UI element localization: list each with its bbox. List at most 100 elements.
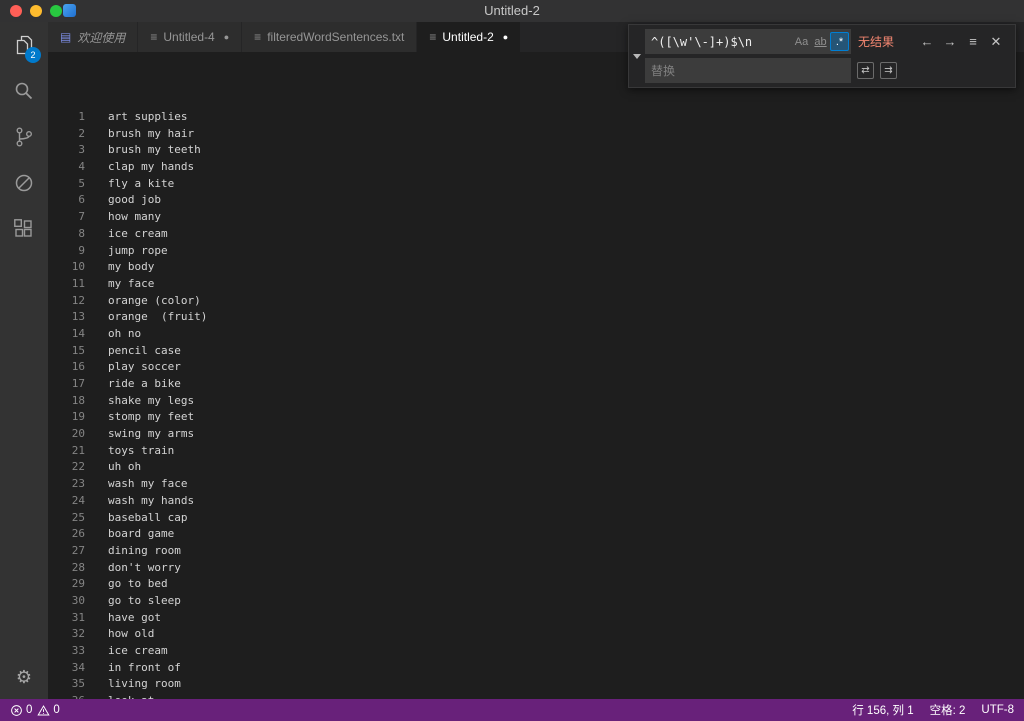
settings-gear-icon[interactable]: ⚙	[0, 667, 48, 688]
tab-filteredwordsentences-txt[interactable]: ≡ filteredWordSentences.txt	[242, 22, 418, 52]
editor[interactable]: 1 art supplies 2 brush my hair 3 brush my tee…	[48, 52, 1024, 699]
editor-line[interactable]: 5 fly a kite	[48, 176, 1024, 193]
activity-extensions[interactable]	[0, 206, 48, 252]
line-text: orange (color)	[108, 293, 201, 307]
line-number: 34	[71, 660, 85, 674]
line-text: go to sleep	[108, 593, 181, 607]
replace-button[interactable]: ⇄	[857, 62, 874, 79]
replace-input[interactable]: 替换	[645, 58, 851, 83]
modified-dot[interactable]: ●	[503, 32, 508, 42]
search-icon	[15, 82, 33, 100]
editor-line[interactable]: 23 wash my face	[48, 476, 1024, 493]
replace-row: 替换 ⇄ ⇉	[645, 58, 1011, 83]
line-number: 26	[71, 527, 85, 541]
line-number: 30	[71, 593, 85, 607]
line-number: 35	[71, 677, 85, 691]
close-find-button[interactable]: ✕	[986, 34, 1006, 50]
editor-line[interactable]: 20 swing my arms	[48, 426, 1024, 443]
editor-line[interactable]: 17 ride a bike	[48, 376, 1024, 393]
editor-line[interactable]: 2 brush my hair	[48, 126, 1024, 143]
error-count: 0	[26, 704, 33, 716]
editor-line[interactable]: 3 brush my teeth	[48, 142, 1024, 159]
editor-group: ▤ 欢迎使用 ≡ Untitled-4 ● ≡ filteredWordSentences.…	[48, 22, 1024, 699]
editor-line[interactable]: 18 shake my legs	[48, 393, 1024, 410]
editor-line[interactable]: 35 living room	[48, 676, 1024, 693]
editor-line[interactable]: 29 go to bed	[48, 576, 1024, 593]
editor-line[interactable]: 19 stomp my feet	[48, 409, 1024, 426]
modified-dot[interactable]: ●	[224, 32, 229, 42]
next-match-button[interactable]: →	[940, 34, 960, 49]
editor-line[interactable]: 24 wash my hands	[48, 493, 1024, 510]
line-number: 21	[71, 443, 85, 457]
find-input[interactable]: ^([\w'\-]+)$\n Aa ab .*	[645, 29, 851, 54]
line-text: toys train	[108, 443, 175, 457]
cursor-position-indicator[interactable]: 行 156, 列 1	[852, 702, 913, 718]
find-in-selection-button[interactable]: ≡	[963, 34, 983, 49]
editor-line[interactable]: 7 how many	[48, 209, 1024, 226]
line-number: 2	[78, 126, 85, 140]
whole-word-button[interactable]: ab	[811, 32, 830, 51]
editor-line[interactable]: 13 orange (fruit)	[48, 309, 1024, 326]
line-text: dining room	[108, 543, 181, 557]
tab-untitled-4[interactable]: ≡ Untitled-4 ●	[138, 22, 243, 52]
line-text: jump rope	[108, 243, 168, 257]
replace-placeholder: 替换	[651, 64, 676, 78]
line-text: stomp my feet	[108, 410, 195, 424]
editor-line[interactable]: 33 ice cream	[48, 643, 1024, 660]
line-number: 7	[78, 210, 85, 224]
find-row: ^([\w'\-]+)$\n Aa ab .* 无结果 ← → ≡ ✕	[645, 29, 1011, 54]
tab-welcome[interactable]: ▤ 欢迎使用	[48, 22, 139, 52]
encoding-indicator[interactable]: UTF-8	[981, 704, 1014, 716]
debug-disabled-icon	[15, 174, 33, 192]
tab-untitled-2[interactable]: ≡ Untitled-2 ●	[417, 22, 522, 52]
activity-debug[interactable]	[0, 160, 48, 206]
error-icon	[11, 704, 22, 716]
find-widget: ^([\w'\-]+)$\n Aa ab .* 无结果 ← → ≡ ✕ 替换 ⇄…	[628, 24, 1016, 88]
line-text: my body	[108, 260, 155, 274]
line-number: 18	[71, 393, 85, 407]
activity-source-control[interactable]	[0, 114, 48, 160]
tab-label: 欢迎使用	[77, 30, 126, 45]
text-file-icon: ≡	[429, 30, 437, 44]
problems-indicator[interactable]: 0 0	[10, 704, 65, 717]
match-case-button[interactable]: Aa	[792, 32, 811, 51]
editor-line[interactable]: 1 art supplies	[48, 109, 1024, 126]
previous-match-button[interactable]: ←	[917, 34, 937, 49]
toggle-replace-button[interactable]	[629, 25, 645, 87]
editor-line[interactable]: 8 ice cream	[48, 226, 1024, 243]
replace-all-button[interactable]: ⇉	[880, 62, 897, 79]
editor-line[interactable]: 15 pencil case	[48, 343, 1024, 360]
editor-line[interactable]: 26 board game	[48, 526, 1024, 543]
editor-line[interactable]: 4 clap my hands	[48, 159, 1024, 176]
editor-line[interactable]: 34 in front of	[48, 660, 1024, 677]
regex-button[interactable]: .*	[830, 32, 849, 51]
line-number: 16	[71, 360, 85, 374]
activity-explorer[interactable]: 2	[0, 22, 48, 68]
indentation-indicator[interactable]: 空格: 2	[930, 702, 966, 718]
editor-line[interactable]: 16 play soccer	[48, 359, 1024, 376]
editor-line[interactable]: 11 my face	[48, 276, 1024, 293]
editor-line[interactable]: 30 go to sleep	[48, 593, 1024, 610]
editor-line[interactable]: 12 orange (color)	[48, 293, 1024, 310]
editor-line[interactable]: 10 my body	[48, 259, 1024, 276]
editor-line[interactable]: 14 oh no	[48, 326, 1024, 343]
line-number: 4	[78, 160, 85, 174]
editor-line[interactable]: 31 have got	[48, 610, 1024, 627]
tab-label: Untitled-4	[163, 30, 215, 44]
editor-line[interactable]: 25 baseball cap	[48, 510, 1024, 527]
editor-line[interactable]: 6 good job	[48, 192, 1024, 209]
activity-search[interactable]	[0, 68, 48, 114]
editor-line[interactable]: 9 jump rope	[48, 243, 1024, 260]
line-number: 36	[48, 693, 85, 699]
editor-line[interactable]: 22 uh oh	[48, 459, 1024, 476]
editor-line[interactable]: 21 toys train	[48, 443, 1024, 460]
text-file-icon: ≡	[150, 30, 158, 44]
editor-line[interactable]: 36look at	[48, 693, 1024, 699]
editor-line[interactable]: 28 don't worry	[48, 560, 1024, 577]
editor-line[interactable]: 27 dining room	[48, 543, 1024, 560]
line-text: how many	[108, 210, 161, 224]
line-text: wash my face	[108, 477, 188, 491]
editor-line[interactable]: 32 how old	[48, 626, 1024, 643]
line-number: 8	[78, 226, 85, 240]
line-number: 3	[78, 143, 85, 157]
